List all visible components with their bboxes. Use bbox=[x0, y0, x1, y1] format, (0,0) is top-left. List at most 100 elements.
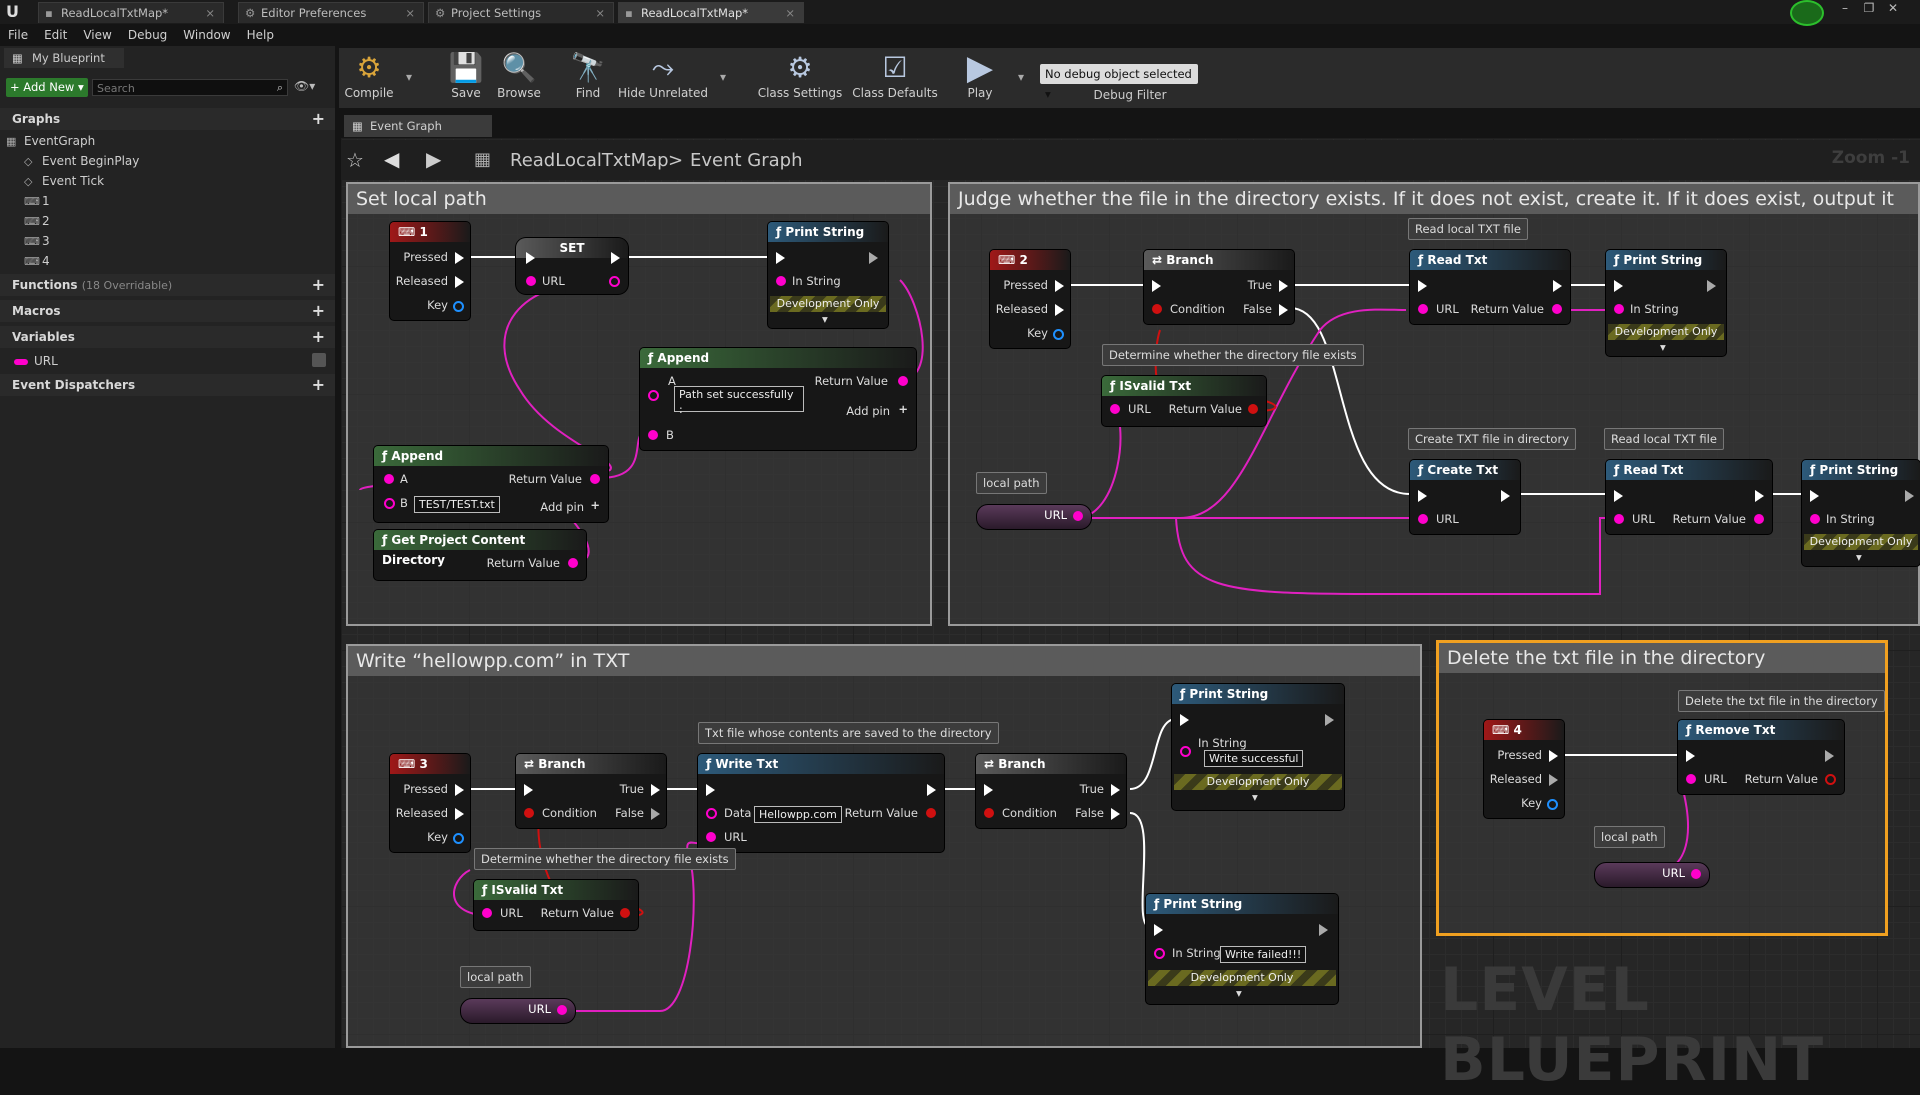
return-value-pin[interactable] bbox=[1552, 304, 1562, 314]
true-exec-pin[interactable] bbox=[1111, 784, 1120, 796]
branch-node-judge[interactable]: ⇄ Branch True Condition False bbox=[1144, 250, 1294, 324]
in-string-pin[interactable] bbox=[776, 276, 786, 286]
a-pin[interactable] bbox=[648, 390, 659, 401]
exec-out-pin[interactable] bbox=[1055, 304, 1064, 316]
print-string-node[interactable]: ƒ Print String In String Development Onl… bbox=[768, 222, 888, 328]
b-pin[interactable] bbox=[384, 498, 395, 509]
exec-in-pin[interactable] bbox=[984, 784, 993, 796]
exec-out-pin[interactable] bbox=[611, 252, 620, 264]
set-url-node[interactable]: SET URL bbox=[516, 238, 628, 294]
expand-arrow-icon[interactable]: ▾ bbox=[822, 312, 828, 326]
comment-bubble-read-local[interactable]: Read local TXT file bbox=[1408, 218, 1528, 240]
in-string-pin[interactable] bbox=[1614, 304, 1624, 314]
exec-in-pin[interactable] bbox=[1810, 490, 1819, 502]
comment-bubble-read-local-2[interactable]: Read local TXT file bbox=[1604, 428, 1724, 450]
exec-out-pin[interactable] bbox=[1553, 280, 1562, 292]
exec-out-pin[interactable] bbox=[455, 808, 464, 820]
append-node-top[interactable]: ƒ Append A Path set successfully : Retur… bbox=[640, 348, 916, 450]
key-data-pin[interactable] bbox=[453, 833, 464, 844]
write-success-input[interactable]: Write successful bbox=[1204, 750, 1304, 767]
remove-txt-node[interactable]: ƒ Remove Txt URL Return Value bbox=[1678, 720, 1844, 794]
return-value-pin[interactable] bbox=[1825, 774, 1836, 785]
read-txt-node-2[interactable]: ƒ Read Txt URL Return Value bbox=[1606, 460, 1772, 534]
print-string-write-success[interactable]: ƒ Print String In String Write successfu… bbox=[1172, 684, 1344, 810]
local-path-bubble[interactable]: local path bbox=[976, 472, 1047, 494]
return-value-pin[interactable] bbox=[926, 808, 936, 818]
exec-out-pin[interactable] bbox=[1707, 280, 1716, 292]
exec-out-pin[interactable] bbox=[869, 252, 878, 264]
false-exec-pin[interactable] bbox=[1279, 304, 1288, 316]
branch-node-write-1[interactable]: ⇄ Branch True Condition False bbox=[516, 754, 666, 828]
b-pin[interactable] bbox=[648, 430, 658, 440]
isvalid-txt-node-1[interactable]: ƒ ISvalid Txt URL Return Value bbox=[1102, 376, 1266, 426]
comment-bubble-create-in-dir[interactable]: Create TXT file in directory bbox=[1408, 428, 1577, 450]
expand-arrow-icon[interactable]: ▾ bbox=[1660, 340, 1666, 354]
key-event-1-node[interactable]: ⌨ 1 Pressed Released Key bbox=[390, 222, 470, 320]
exec-out-pin[interactable] bbox=[1055, 280, 1064, 292]
exec-in-pin[interactable] bbox=[706, 784, 715, 796]
write-failed-input[interactable]: Write failed!!! bbox=[1220, 946, 1307, 963]
create-txt-node[interactable]: ƒ Create Txt URL bbox=[1410, 460, 1520, 534]
url-out-pin[interactable] bbox=[557, 1005, 567, 1015]
exec-out-pin[interactable] bbox=[455, 252, 464, 264]
data-value-input[interactable]: Hellowpp.com bbox=[754, 806, 842, 823]
key-data-pin[interactable] bbox=[453, 301, 464, 312]
exec-in-pin[interactable] bbox=[1686, 750, 1695, 762]
path-set-text-input[interactable]: Path set successfully : bbox=[674, 386, 804, 416]
exec-in-pin[interactable] bbox=[524, 784, 533, 796]
condition-pin[interactable] bbox=[984, 808, 994, 818]
print-string-node-judge-2[interactable]: ƒ Print String In String Development Onl… bbox=[1802, 460, 1920, 566]
exec-out-pin[interactable] bbox=[1905, 490, 1914, 502]
in-string-pin[interactable] bbox=[1180, 746, 1191, 757]
key-event-2-node[interactable]: ⌨ 2 Pressed Released Key bbox=[990, 250, 1070, 348]
url-pin[interactable] bbox=[482, 908, 492, 918]
exec-out-pin[interactable] bbox=[1501, 490, 1510, 502]
false-exec-pin[interactable] bbox=[651, 808, 660, 820]
exec-out-pin[interactable] bbox=[1825, 750, 1834, 762]
isvalid-txt-node-2[interactable]: ƒ ISvalid Txt URL Return Value bbox=[474, 880, 638, 930]
exec-out-pin[interactable] bbox=[1549, 750, 1558, 762]
exec-in-pin[interactable] bbox=[1418, 490, 1427, 502]
data-pin[interactable] bbox=[706, 808, 717, 819]
url-pin[interactable] bbox=[1686, 774, 1696, 784]
exec-in-pin[interactable] bbox=[1614, 280, 1623, 292]
url-pin[interactable] bbox=[1418, 514, 1428, 524]
exec-in-pin[interactable] bbox=[1418, 280, 1427, 292]
key-event-4-node[interactable]: ⌨ 4 Pressed Released Key bbox=[1484, 720, 1564, 818]
exec-in-pin[interactable] bbox=[776, 252, 785, 264]
condition-pin[interactable] bbox=[524, 808, 534, 818]
exec-out-pin[interactable] bbox=[927, 784, 936, 796]
get-url-variable-node-2[interactable]: URL bbox=[460, 998, 576, 1024]
url-out-pin[interactable] bbox=[609, 276, 620, 287]
get-url-variable-node[interactable]: URL bbox=[976, 504, 1092, 530]
comment-bubble-delete-in-dir[interactable]: Delete the txt file in the directory bbox=[1678, 690, 1885, 712]
return-value-pin[interactable] bbox=[590, 474, 600, 484]
branch-node-write-2[interactable]: ⇄ Branch True Condition False bbox=[976, 754, 1126, 828]
true-exec-pin[interactable] bbox=[1279, 280, 1288, 292]
add-pin-plus-icon[interactable]: + bbox=[898, 402, 908, 416]
exec-out-pin[interactable] bbox=[455, 784, 464, 796]
condition-pin[interactable] bbox=[1152, 304, 1162, 314]
url-in-pin[interactable] bbox=[526, 276, 536, 286]
expand-arrow-icon[interactable]: ▾ bbox=[1236, 986, 1242, 1000]
exec-out-pin[interactable] bbox=[1549, 774, 1558, 786]
expand-arrow-icon[interactable]: ▾ bbox=[1252, 790, 1258, 804]
in-string-pin[interactable] bbox=[1810, 514, 1820, 524]
exec-out-pin[interactable] bbox=[1319, 924, 1328, 936]
add-pin-button[interactable]: Add pin bbox=[540, 500, 584, 514]
in-string-pin[interactable] bbox=[1154, 948, 1165, 959]
url-out-pin[interactable] bbox=[1073, 511, 1083, 521]
read-txt-node-1[interactable]: ƒ Read Txt URL Return Value bbox=[1410, 250, 1570, 324]
print-string-node-judge-1[interactable]: ƒ Print String In String Development Onl… bbox=[1606, 250, 1726, 356]
print-string-write-failed[interactable]: ƒ Print String In String Write failed!!!… bbox=[1146, 894, 1338, 1004]
get-url-variable-node-3[interactable]: URL bbox=[1594, 862, 1710, 888]
comment-bubble-determine-2[interactable]: Determine whether the directory file exi… bbox=[474, 848, 736, 870]
exec-in-pin[interactable] bbox=[1152, 280, 1161, 292]
url-pin[interactable] bbox=[1614, 514, 1624, 524]
url-pin[interactable] bbox=[1110, 404, 1120, 414]
true-exec-pin[interactable] bbox=[651, 784, 660, 796]
add-pin-plus-icon[interactable]: + bbox=[590, 498, 600, 512]
return-value-pin[interactable] bbox=[620, 908, 630, 918]
local-path-bubble-2[interactable]: local path bbox=[460, 966, 531, 988]
key-event-3-node[interactable]: ⌨ 3 Pressed Released Key bbox=[390, 754, 470, 852]
